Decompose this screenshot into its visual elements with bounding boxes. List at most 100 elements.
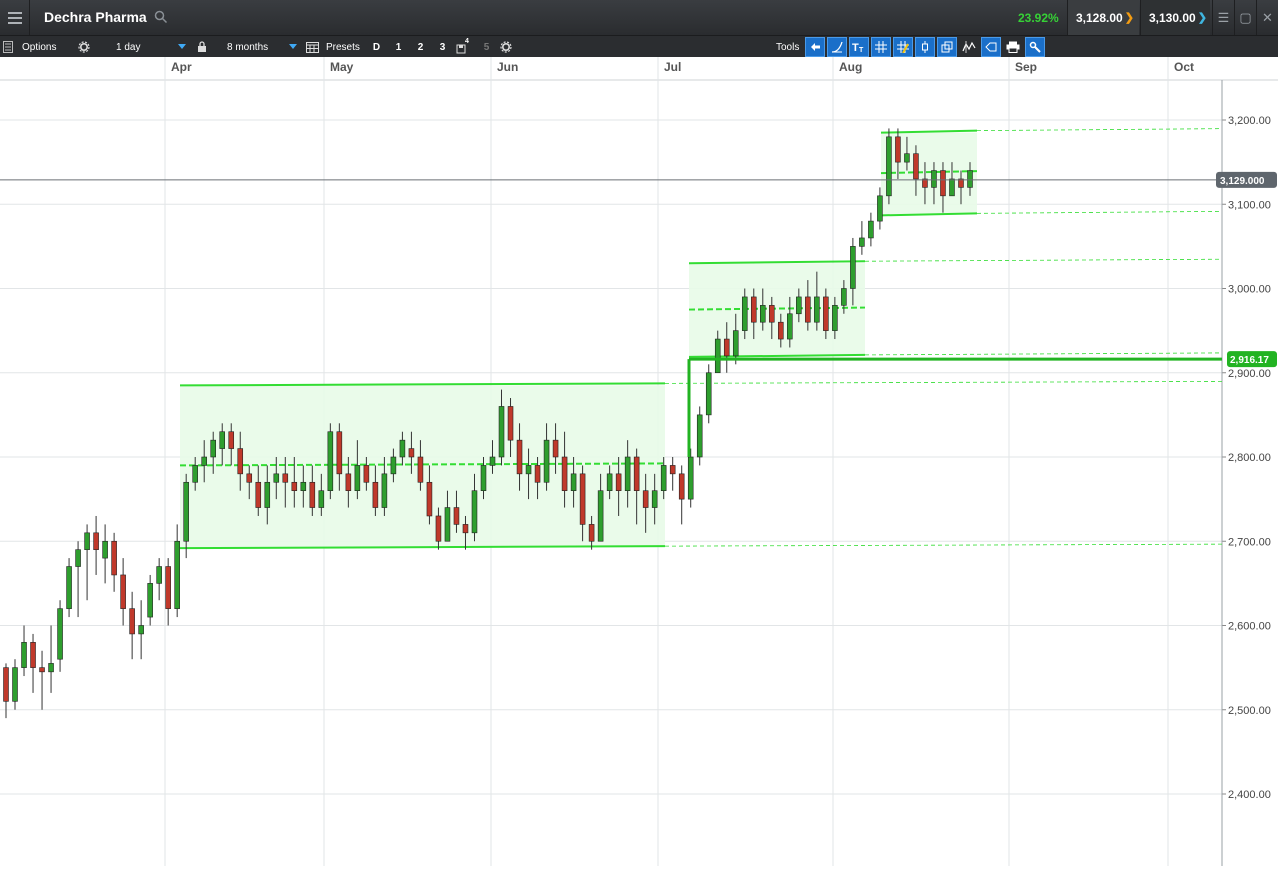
candle-body[interactable]: [66, 566, 72, 609]
curve-tool-icon[interactable]: [827, 37, 847, 57]
candle-body[interactable]: [453, 507, 460, 525]
candle-body[interactable]: [967, 170, 973, 188]
zone-top-line[interactable]: [688, 260, 866, 265]
candle-body[interactable]: [534, 465, 541, 483]
candle-body[interactable]: [723, 338, 730, 357]
candle-body[interactable]: [291, 481, 298, 491]
options-menu-icon[interactable]: [3, 36, 13, 58]
candle-body[interactable]: [345, 473, 352, 492]
candle-body[interactable]: [886, 136, 892, 197]
candle-body[interactable]: [913, 153, 919, 180]
candle-body[interactable]: [471, 490, 478, 534]
candle-body[interactable]: [750, 296, 757, 323]
preset-2-button[interactable]: 2: [411, 38, 430, 56]
candle-body[interactable]: [561, 456, 568, 492]
menu-icon[interactable]: [0, 0, 30, 35]
candle-body[interactable]: [931, 170, 937, 188]
search-icon[interactable]: [154, 10, 168, 24]
candle-body[interactable]: [93, 532, 99, 550]
candle-body[interactable]: [678, 473, 685, 500]
candle-body[interactable]: [174, 540, 180, 609]
preset-5-button[interactable]: 5: [477, 38, 496, 56]
candle-body[interactable]: [183, 481, 189, 542]
candle-body[interactable]: [192, 465, 198, 483]
back-arrow-tool-icon[interactable]: [805, 37, 825, 57]
settings-tool-icon[interactable]: [1025, 37, 1045, 57]
candle-body[interactable]: [255, 481, 262, 508]
preset-d-button[interactable]: D: [367, 38, 386, 56]
chart-canvas[interactable]: Apr May Jun Jul Aug Sep Oct 3,200.00 3,100.00 3,0…: [0, 57, 1278, 866]
candle-body[interactable]: [156, 566, 162, 584]
candle-body[interactable]: [408, 448, 415, 458]
candle-body[interactable]: [769, 305, 775, 323]
candle-body[interactable]: [201, 456, 207, 466]
candle-body[interactable]: [165, 566, 171, 609]
candle-body[interactable]: [669, 465, 676, 475]
candle-body[interactable]: [336, 431, 343, 475]
preset-4-button[interactable]: 4: [453, 38, 472, 56]
candle-body[interactable]: [327, 431, 334, 492]
candle-body[interactable]: [120, 574, 126, 609]
candle-body[interactable]: [904, 153, 910, 163]
candle-body[interactable]: [787, 313, 793, 340]
zone-top-line[interactable]: [179, 382, 666, 387]
candle-body[interactable]: [525, 465, 532, 475]
candle-body[interactable]: [84, 532, 90, 550]
candle-body[interactable]: [381, 473, 388, 508]
candle-body[interactable]: [570, 473, 577, 492]
text-tool-icon[interactable]: TT: [849, 37, 869, 57]
grid-tool-icon[interactable]: [871, 37, 891, 57]
candle-body[interactable]: [480, 465, 487, 491]
candle-body[interactable]: [489, 456, 496, 466]
list-icon[interactable]: ☰: [1212, 0, 1234, 35]
candle-body[interactable]: [138, 625, 144, 635]
candle-body[interactable]: [111, 540, 117, 576]
candle-body[interactable]: [606, 473, 613, 492]
candle-body[interactable]: [3, 667, 9, 702]
candle-body[interactable]: [282, 473, 289, 483]
candle-body[interactable]: [507, 406, 514, 441]
candle-body[interactable]: [814, 296, 820, 323]
candle-body[interactable]: [273, 473, 280, 483]
preset-settings-gear-icon[interactable]: [500, 36, 512, 58]
candle-body[interactable]: [237, 448, 244, 475]
candle-body[interactable]: [210, 439, 216, 458]
candle-body[interactable]: [219, 431, 226, 449]
candle-body[interactable]: [624, 456, 631, 492]
candle-body[interactable]: [949, 178, 955, 197]
candle-body[interactable]: [552, 439, 559, 458]
candle-body[interactable]: [354, 465, 361, 491]
indicator-tool-icon[interactable]: [959, 37, 979, 57]
candle-body[interactable]: [57, 608, 63, 660]
candle-body[interactable]: [309, 481, 316, 508]
zone-top-line[interactable]: [880, 129, 978, 134]
candle-body[interactable]: [543, 439, 550, 483]
candle-body[interactable]: [462, 524, 469, 534]
gear-icon[interactable]: [78, 36, 90, 58]
candle-tool-icon[interactable]: [915, 37, 935, 57]
candle-body[interactable]: [651, 490, 658, 508]
candle-body[interactable]: [796, 296, 802, 315]
popout-icon[interactable]: ▢: [1234, 0, 1256, 35]
candle-body[interactable]: [642, 490, 649, 508]
interval-select[interactable]: 1 day: [110, 38, 190, 56]
candle-body[interactable]: [859, 237, 865, 247]
candle-body[interactable]: [895, 136, 901, 163]
candle-body[interactable]: [300, 481, 307, 491]
candle-body[interactable]: [597, 490, 604, 542]
candle-body[interactable]: [417, 456, 424, 483]
candle-body[interactable]: [615, 473, 622, 492]
print-icon[interactable]: [1003, 37, 1023, 57]
tag-tool-icon[interactable]: [981, 37, 1001, 57]
candle-body[interactable]: [147, 583, 153, 618]
candle-body[interactable]: [48, 663, 54, 673]
candle-body[interactable]: [850, 246, 856, 289]
candle-body[interactable]: [705, 372, 712, 416]
candle-body[interactable]: [12, 667, 18, 702]
candle-body[interactable]: [687, 456, 694, 500]
candle-body[interactable]: [841, 288, 847, 306]
buy-price-button[interactable]: 3,130.00 ❯: [1140, 0, 1210, 35]
price-chart[interactable]: Apr May Jun Jul Aug Sep Oct 3,200.00 3,100.00 3,0…: [0, 57, 1278, 866]
candle-body[interactable]: [714, 338, 721, 374]
candle-body[interactable]: [760, 305, 766, 323]
